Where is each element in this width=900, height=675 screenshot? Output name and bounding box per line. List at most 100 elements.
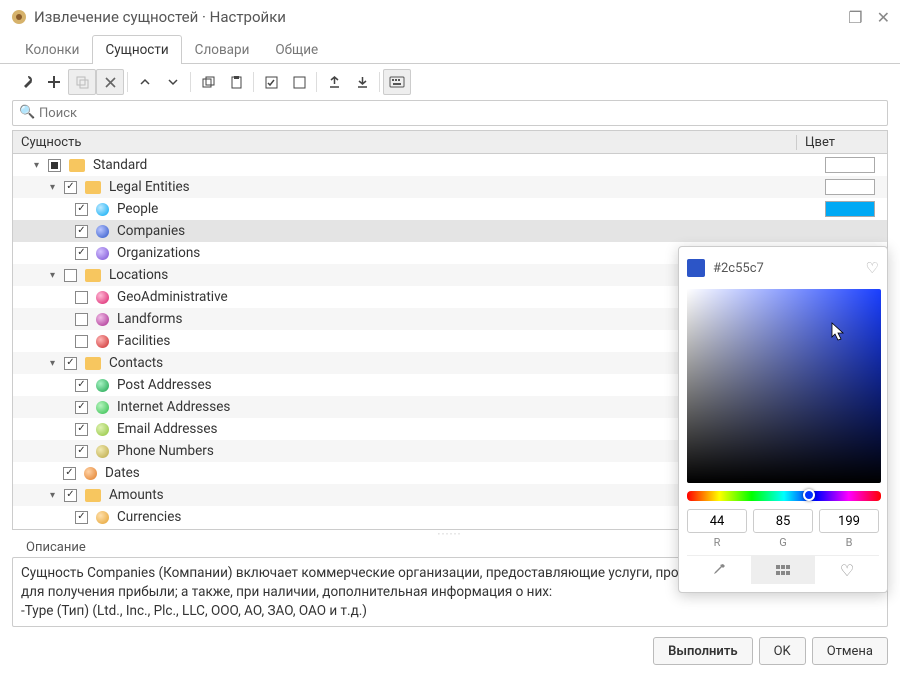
checkbox[interactable] [75, 423, 88, 436]
checkbox[interactable] [75, 401, 88, 414]
entity-icon [96, 401, 109, 414]
window-maximize-icon[interactable]: ❐ [848, 8, 862, 27]
row-label: Currencies [117, 509, 181, 525]
row-label: Companies [117, 223, 185, 239]
checkbox[interactable] [64, 357, 77, 370]
entity-icon [96, 247, 109, 260]
disclosure-icon[interactable]: ▾ [47, 270, 58, 281]
picker-hex[interactable]: #2c55c7 [713, 261, 858, 276]
plus-icon[interactable] [40, 69, 68, 95]
row-label: Facilities [117, 333, 170, 349]
entity-icon [96, 379, 109, 392]
row-label: People [117, 201, 158, 217]
checkbox[interactable] [64, 269, 77, 282]
picker-hue-slider[interactable] [687, 491, 881, 501]
row-companies[interactable]: Companies [13, 220, 887, 242]
ok-button[interactable]: OK [759, 637, 806, 665]
eyedropper-icon[interactable] [687, 556, 751, 584]
search-input[interactable] [12, 100, 888, 126]
row-label: Amounts [109, 487, 164, 503]
picker-g-label: G [753, 536, 813, 549]
row-people[interactable]: People [13, 198, 887, 220]
row-label: Locations [109, 267, 168, 283]
entity-icon [96, 445, 109, 458]
run-button[interactable]: Выполнить [653, 637, 752, 665]
tab-entities[interactable]: Сущности [92, 35, 181, 64]
uncheck-all-icon[interactable] [285, 69, 313, 95]
picker-b-input[interactable] [819, 509, 879, 533]
checkbox[interactable] [75, 203, 88, 216]
entity-icon [96, 511, 109, 524]
app-icon [10, 8, 28, 26]
row-label: Contacts [109, 355, 163, 371]
entity-icon [96, 423, 109, 436]
checkbox[interactable] [63, 467, 76, 480]
row-label: Post Addresses [117, 377, 212, 393]
folder-icon [85, 357, 101, 370]
paste-icon[interactable] [222, 69, 250, 95]
folder-icon [69, 159, 85, 172]
checkbox[interactable] [64, 181, 77, 194]
picker-current-swatch [687, 259, 705, 277]
tab-columns[interactable]: Колонки [12, 35, 92, 64]
picker-g-input[interactable] [753, 509, 813, 533]
checkbox[interactable] [75, 379, 88, 392]
disclosure-icon[interactable]: ▾ [47, 358, 58, 369]
entity-icon [96, 225, 109, 238]
disclosure-icon[interactable]: ▾ [47, 182, 58, 193]
color-picker[interactable]: #2c55c7 ♡ R G B ♡ [678, 246, 888, 593]
search-field[interactable]: 🔍 [12, 100, 888, 126]
checkbox[interactable] [75, 225, 88, 238]
checkbox[interactable] [64, 489, 77, 502]
color-swatch[interactable] [825, 179, 875, 195]
tab-dictionaries[interactable]: Словари [182, 35, 263, 64]
row-standard[interactable]: ▾ Standard [13, 154, 887, 176]
tab-general[interactable]: Общие [262, 35, 331, 64]
disclosure-icon[interactable]: ▾ [31, 160, 42, 171]
checkbox[interactable] [75, 313, 88, 326]
checkbox[interactable] [75, 445, 88, 458]
folder-icon [85, 181, 101, 194]
check-all-icon[interactable] [257, 69, 285, 95]
window-title: Извлечение сущностей · Настройки [34, 8, 848, 26]
picker-b-label: B [819, 536, 879, 549]
window-close-icon[interactable]: ✕ [877, 8, 890, 27]
palette-icon[interactable] [751, 556, 815, 584]
checkbox[interactable] [75, 511, 88, 524]
search-icon: 🔍 [19, 105, 35, 120]
entity-icon [84, 467, 97, 480]
row-legal-entities[interactable]: ▾ Legal Entities [13, 176, 887, 198]
picker-hue-thumb[interactable] [803, 489, 815, 501]
dialog-footer: Выполнить OK Отмена [0, 627, 900, 675]
favorite-icon[interactable]: ♡ [815, 556, 879, 584]
entity-icon [96, 291, 109, 304]
keyboard-icon[interactable] [383, 69, 411, 95]
picker-sv-field[interactable] [687, 289, 881, 483]
checkbox[interactable] [48, 159, 61, 172]
cancel-button[interactable]: Отмена [812, 637, 888, 665]
picker-r-input[interactable] [687, 509, 747, 533]
import-icon[interactable] [348, 69, 376, 95]
checkbox[interactable] [75, 335, 88, 348]
chevron-down-icon[interactable] [159, 69, 187, 95]
col-color[interactable]: Цвет [796, 135, 871, 150]
col-entity[interactable]: Сущность [13, 135, 796, 150]
disclosure-icon[interactable]: ▾ [47, 490, 58, 501]
export-icon[interactable] [320, 69, 348, 95]
tabs: Колонки Сущности Словари Общие [0, 34, 900, 64]
copy-icon [68, 69, 96, 95]
wrench-icon[interactable] [12, 69, 40, 95]
row-label: Legal Entities [109, 179, 190, 195]
copy-multi-icon[interactable] [194, 69, 222, 95]
picker-sv-cursor[interactable] [829, 321, 847, 343]
color-swatch[interactable] [825, 201, 875, 217]
checkbox[interactable] [75, 247, 88, 260]
delete-icon[interactable] [96, 69, 124, 95]
color-swatch[interactable] [825, 157, 875, 173]
chevron-up-icon[interactable] [131, 69, 159, 95]
checkbox[interactable] [75, 291, 88, 304]
row-label: Internet Addresses [117, 399, 230, 415]
row-label: GeoAdministrative [117, 289, 228, 305]
heart-icon[interactable]: ♡ [866, 259, 879, 277]
toolbar [0, 64, 900, 100]
